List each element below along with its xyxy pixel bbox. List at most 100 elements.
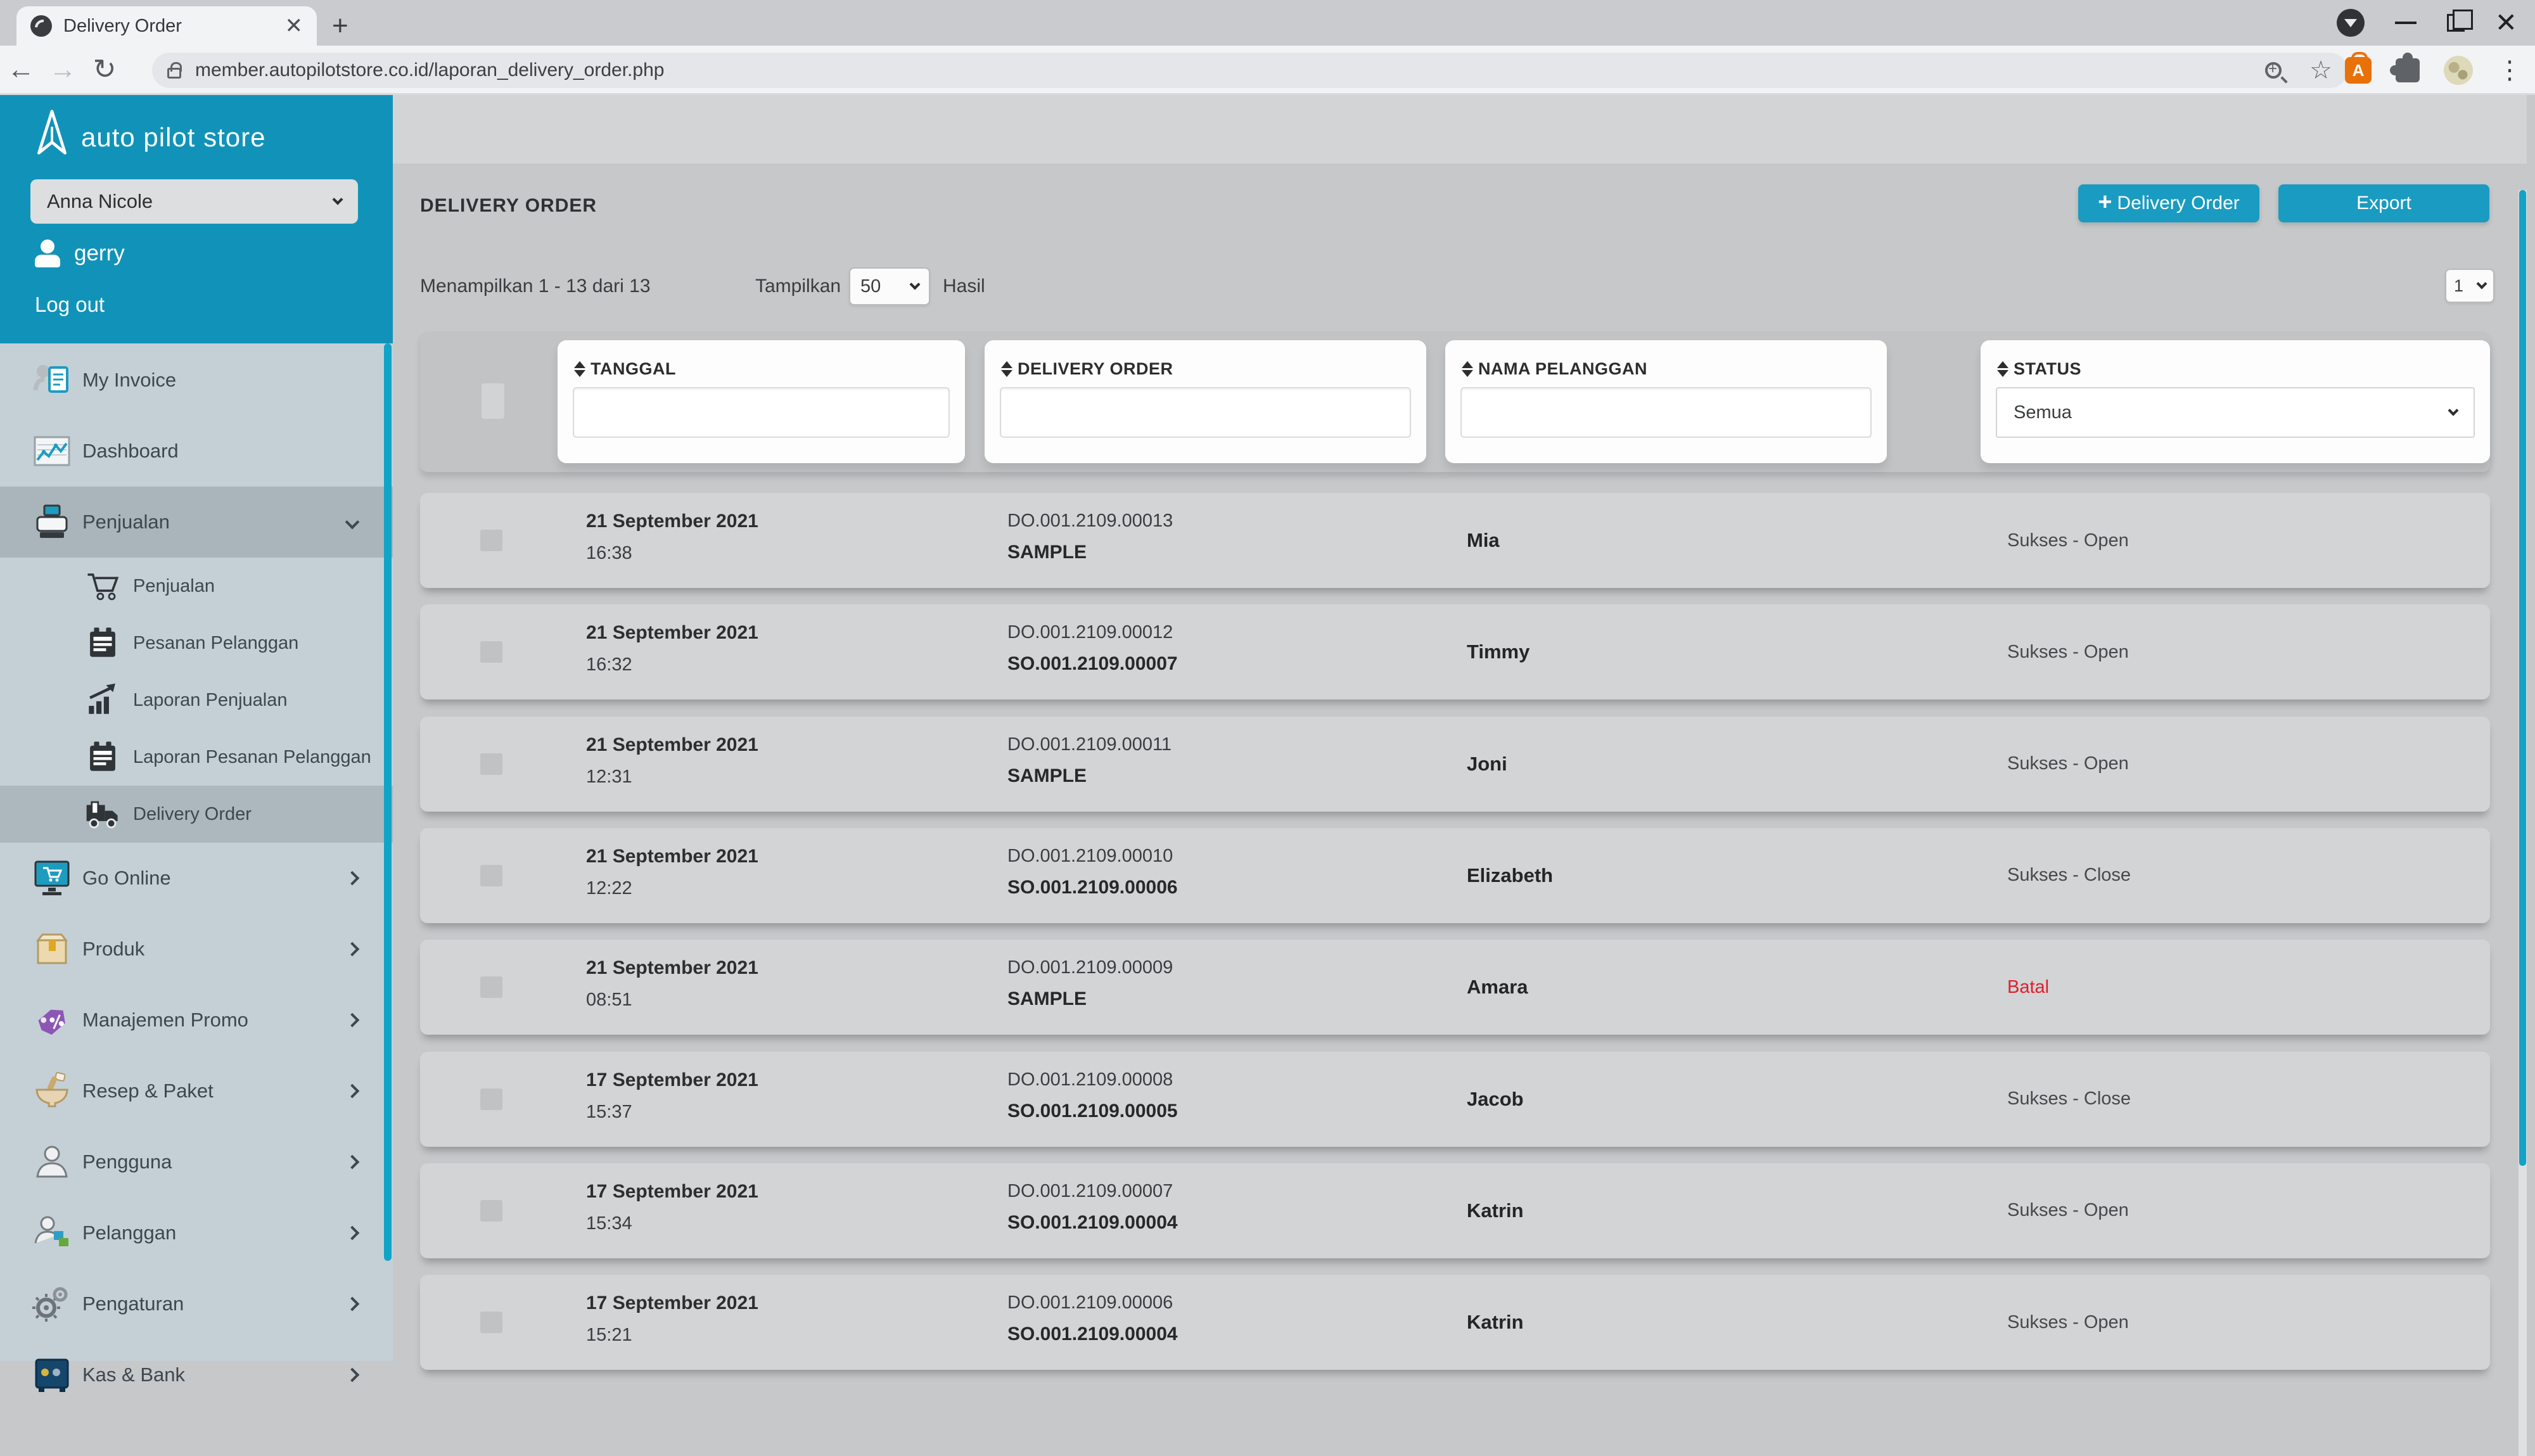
row-checkbox[interactable] bbox=[480, 641, 502, 663]
row-time: 15:21 bbox=[586, 1325, 758, 1346]
logout-link[interactable]: Log out bbox=[35, 293, 105, 317]
sidebar-item-go-online[interactable]: Go Online bbox=[0, 843, 393, 914]
main-content: DELIVERY ORDER + Delivery Order Export M… bbox=[393, 95, 2527, 1361]
row-time: 12:31 bbox=[586, 767, 758, 788]
sidebar-item-produk[interactable]: Produk bbox=[0, 914, 393, 985]
sidebar-item-label: Pengaturan bbox=[82, 1293, 184, 1315]
page-scrollbar bbox=[2519, 190, 2527, 1456]
row-status: Sukses - Open bbox=[2007, 604, 2129, 699]
row-checkbox[interactable] bbox=[480, 865, 502, 886]
sidebar-item-resep-paket[interactable]: Resep & Paket bbox=[0, 1056, 393, 1127]
truck-icon bbox=[84, 796, 121, 833]
row-checkbox[interactable] bbox=[480, 1089, 502, 1110]
cell-tanggal: 21 September 202112:22 bbox=[586, 846, 758, 899]
tab-close-icon[interactable]: ✕ bbox=[285, 15, 303, 37]
box-icon bbox=[32, 929, 72, 969]
table-row[interactable]: 21 September 202112:31 DO.001.2109.00011S… bbox=[420, 717, 2490, 812]
cell-tanggal: 17 September 2021 15:37 bbox=[586, 1070, 758, 1123]
sidebar-item-penjualan[interactable]: Penjualan bbox=[0, 558, 393, 615]
table-row[interactable]: 21 September 202112:22 DO.001.2109.00010S… bbox=[420, 828, 2490, 923]
sidebar-item-laporan-penjualan[interactable]: Laporan Penjualan bbox=[0, 672, 393, 729]
cell-tanggal: 17 September 2021 15:21 bbox=[586, 1293, 758, 1346]
browser-tab-bar: Delivery Order ✕ + ✕ bbox=[0, 0, 2535, 46]
url-text: member.autopilotstore.co.id/laporan_deli… bbox=[195, 60, 2265, 81]
window-restore-button[interactable] bbox=[2447, 14, 2465, 32]
cell-delivery-order: DO.001.2109.00011SAMPLE bbox=[1007, 734, 1172, 787]
browser-tab[interactable]: Delivery Order ✕ bbox=[16, 6, 317, 46]
table-row[interactable]: 21 September 202116:38DO.001.2109.00013S… bbox=[420, 493, 2490, 588]
row-checkbox[interactable] bbox=[480, 530, 502, 551]
sidebar: auto pilot store Anna Nicole gerry Log o… bbox=[0, 95, 393, 1361]
row-customer-name: Timmy bbox=[1467, 604, 1529, 699]
row-do-number: DO.001.2109.00013 bbox=[1007, 511, 1173, 532]
row-date: 17 September 2021 bbox=[586, 1070, 758, 1091]
window-close-button[interactable]: ✕ bbox=[2495, 10, 2517, 36]
forward-button[interactable]: → bbox=[42, 54, 84, 86]
sidebar-item-laporan-pesanan-pelanggan[interactable]: Laporan Pesanan Pelanggan bbox=[0, 729, 393, 786]
cell-delivery-order: DO.001.2109.00009SAMPLE bbox=[1007, 957, 1173, 1010]
table-row[interactable]: 17 September 2021 15:21 DO.001.2109.00006 S… bbox=[420, 1275, 2490, 1370]
sidebar-item-manajemen-promo[interactable]: Manajemen Promo bbox=[0, 985, 393, 1056]
row-checkbox[interactable] bbox=[480, 753, 502, 775]
row-status: Sukses - Open bbox=[2007, 493, 2129, 588]
row-do-number: DO.001.2109.00007 bbox=[1007, 1181, 1178, 1202]
back-button[interactable]: ← bbox=[0, 54, 42, 86]
sidebar-item-pengguna[interactable]: Pengguna bbox=[0, 1127, 393, 1197]
sidebar-item-label: Laporan Penjualan bbox=[133, 690, 287, 711]
row-customer-name: Katrin bbox=[1467, 1275, 1524, 1370]
row-time: 15:37 bbox=[586, 1102, 758, 1123]
row-status: Sukses - Open bbox=[2007, 1163, 2129, 1258]
sidebar-item-delivery-order[interactable]: Delivery Order bbox=[0, 786, 393, 843]
row-checkbox[interactable] bbox=[480, 1312, 502, 1333]
sidebar-item-pengaturan[interactable]: Pengaturan bbox=[0, 1268, 393, 1339]
table-row[interactable]: 17 September 202115:37DO.001.2109.00008S… bbox=[420, 1052, 2490, 1147]
chevron-right-icon bbox=[345, 1155, 360, 1170]
row-checkbox[interactable] bbox=[480, 976, 502, 998]
sidebar-item-pesanan-pelanggan[interactable]: Pesanan Pelanggan bbox=[0, 615, 393, 672]
row-reference: SO.001.2109.00004 bbox=[1007, 1324, 1178, 1345]
extensions-puzzle-icon[interactable] bbox=[2396, 58, 2420, 82]
row-checkbox[interactable] bbox=[480, 1200, 502, 1222]
sidebar-item-label: Resep & Paket bbox=[82, 1080, 214, 1102]
sidebar-item-label: Dashboard bbox=[82, 440, 179, 463]
row-customer-name: Elizabeth bbox=[1467, 828, 1553, 923]
row-status: Sukses - Close bbox=[2007, 828, 2131, 923]
outlet-select[interactable]: Anna Nicole bbox=[30, 179, 358, 224]
monitor-icon bbox=[32, 858, 72, 898]
chevron-right-icon bbox=[345, 1297, 360, 1312]
calendar-icon bbox=[84, 739, 121, 776]
row-time: 15:34 bbox=[586, 1213, 758, 1234]
profile-avatar[interactable] bbox=[2444, 56, 2473, 85]
table-row[interactable]: 17 September 202115:34 DO.001.2109.00007 S… bbox=[420, 1163, 2490, 1258]
window-minimize-button[interactable] bbox=[2395, 22, 2417, 24]
table-row[interactable]: 21 September 202116:32DO.001.2109.00012S… bbox=[420, 604, 2490, 699]
row-date: 17 September 2021 bbox=[586, 1293, 758, 1314]
zoom-page-icon[interactable] bbox=[2265, 62, 2282, 79]
table-row[interactable]: 21 September 202108:51DO.001.2109.00009S… bbox=[420, 940, 2490, 1035]
sidebar-scrollbar[interactable] bbox=[384, 343, 392, 1261]
cell-tanggal: 17 September 202115:34 bbox=[586, 1181, 758, 1234]
mortar-icon bbox=[32, 1071, 72, 1111]
browser-update-icon[interactable] bbox=[2337, 9, 2365, 37]
bookmark-star-icon[interactable]: ☆ bbox=[2309, 56, 2332, 85]
row-customer-name: Jacob bbox=[1467, 1052, 1524, 1147]
cell-tanggal: 21 September 202112:31 bbox=[586, 734, 758, 788]
page-scrollbar-thumb[interactable] bbox=[2519, 190, 2526, 1166]
address-bar[interactable]: member.autopilotstore.co.id/laporan_deli… bbox=[152, 53, 2347, 88]
user-row: gerry bbox=[35, 239, 125, 267]
row-reference: SAMPLE bbox=[1007, 988, 1173, 1010]
sidebar-item-pelanggan[interactable]: Pelanggan bbox=[0, 1197, 393, 1268]
row-do-number: DO.001.2109.00006 bbox=[1007, 1293, 1178, 1313]
table-rows: 21 September 202116:38DO.001.2109.00013S… bbox=[393, 95, 2527, 1361]
cell-delivery-order: DO.001.2109.00010SO.001.2109.00006 bbox=[1007, 846, 1178, 898]
store-extension-icon[interactable]: A bbox=[2345, 57, 2372, 84]
reload-button[interactable]: ↻ bbox=[84, 53, 125, 86]
brand-logo: auto pilot store bbox=[33, 109, 266, 166]
sidebar-item-penjualan[interactable]: Penjualan bbox=[0, 487, 393, 558]
chevron-right-icon bbox=[345, 871, 360, 886]
sidebar-item-dashboard[interactable]: Dashboard bbox=[0, 416, 393, 487]
sidebar-item-kas-bank[interactable]: Kas & Bank bbox=[0, 1339, 393, 1410]
browser-menu-icon[interactable]: ⋮ bbox=[2497, 56, 2522, 85]
sidebar-item-my-invoice[interactable]: My Invoice bbox=[0, 345, 393, 416]
new-tab-button[interactable]: + bbox=[332, 14, 348, 38]
